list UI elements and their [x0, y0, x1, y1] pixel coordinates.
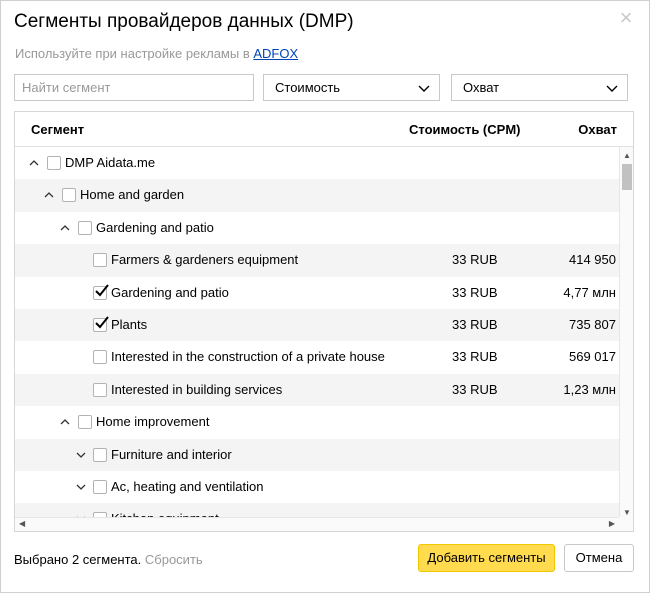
checkmark-icon	[95, 283, 109, 297]
table-row[interactable]: Gardening and patio 33 RUB 4,77 млн	[15, 277, 619, 309]
scroll-down-icon[interactable]: ▼	[623, 508, 631, 517]
table-row[interactable]: Ac, heating and ventilation	[15, 471, 619, 503]
segment-reach: 735 807	[569, 316, 616, 332]
header-reach[interactable]: Охват	[578, 122, 617, 137]
segment-label: Plants	[111, 316, 148, 332]
table-row[interactable]: DMP Aidata.me	[15, 147, 619, 179]
scroll-left-icon[interactable]: ◀	[19, 519, 25, 528]
table-row[interactable]: Plants 33 RUB 735 807	[15, 308, 619, 342]
segment-reach: 569 017	[569, 349, 616, 365]
subtitle-text: Используйте при настройке рекламы в	[15, 46, 250, 61]
segment-reach: 4,77 млн	[563, 284, 616, 300]
table-row[interactable]: Farmers & gardeners equipment 33 RUB 414 9…	[15, 244, 619, 277]
segment-label: Home and garden	[80, 187, 185, 203]
segment-reach: 414 950	[569, 252, 616, 268]
segment-label: Home improvement	[96, 414, 210, 430]
table-row[interactable]: Home and garden	[15, 179, 619, 212]
dialog-subtitle: Используйте при настройке рекламы в ADFO…	[15, 46, 298, 61]
segments-table: Сегмент Стоимость (CPM) Охват DMP Aidata…	[14, 111, 634, 532]
selection-summary: Выбрано 2 сегмента. Сбросить	[14, 552, 203, 567]
header-cost[interactable]: Стоимость (CPM)	[409, 122, 520, 137]
table-header: Сегмент Стоимость (CPM) Охват	[15, 112, 633, 147]
header-segment[interactable]: Сегмент	[31, 122, 84, 137]
selected-count-text: Выбрано 2 сегмента.	[14, 552, 142, 567]
cost-select[interactable]: Стоимость	[263, 74, 440, 101]
segment-checkbox[interactable]	[93, 316, 109, 332]
segment-cost: 33 RUB	[452, 349, 498, 365]
chevron-up-icon[interactable]	[60, 417, 70, 427]
chevron-down-icon	[418, 85, 430, 92]
scroll-right-icon[interactable]: ▶	[609, 519, 615, 528]
scroll-up-icon[interactable]: ▲	[623, 151, 631, 160]
segment-checkbox[interactable]	[93, 479, 107, 494]
segment-cost: 33 RUB	[452, 252, 498, 268]
close-icon[interactable]: ×	[617, 7, 635, 29]
segment-cost: 33 RUB	[452, 316, 498, 332]
segment-checkbox[interactable]	[93, 283, 109, 300]
segment-label: Interested in the construction of a priv…	[111, 349, 385, 365]
segment-checkbox[interactable]	[78, 220, 92, 235]
reach-select-label: Охват	[463, 80, 500, 95]
segment-cost: 33 RUB	[452, 284, 498, 300]
segment-label: Furniture and interior	[111, 446, 232, 462]
adfox-link[interactable]: ADFOX	[253, 46, 298, 61]
table-row[interactable]: Interested in the construction of a priv…	[15, 341, 619, 373]
segments-tree: DMP Aidata.me Home and garden Gardening an…	[15, 147, 619, 519]
segment-label: Interested in building services	[111, 381, 283, 397]
segment-checkbox[interactable]	[93, 350, 107, 365]
segment-checkbox[interactable]	[62, 188, 76, 203]
chevron-up-icon[interactable]	[60, 223, 70, 233]
reset-link[interactable]: Сбросить	[145, 552, 203, 567]
segment-reach: 1,23 млн	[563, 381, 616, 397]
chevron-up-icon[interactable]	[29, 158, 39, 168]
cancel-button[interactable]: Отмена	[564, 544, 634, 572]
table-row[interactable]: Furniture and interior	[15, 438, 619, 471]
scrollbar-corner	[619, 517, 633, 531]
segment-label: Ac, heating and ventilation	[111, 478, 264, 494]
reach-select[interactable]: Охват	[451, 74, 628, 101]
segment-search-input[interactable]	[14, 74, 254, 101]
checkmark-icon	[95, 316, 109, 329]
chevron-down-icon[interactable]	[76, 482, 86, 492]
cost-select-label: Стоимость	[275, 80, 341, 95]
segment-checkbox[interactable]	[47, 156, 61, 170]
segment-label: Gardening and patio	[96, 219, 214, 235]
chevron-up-icon[interactable]	[44, 190, 54, 200]
add-segments-button[interactable]: Добавить сегменты	[418, 544, 555, 572]
segment-checkbox[interactable]	[93, 447, 107, 462]
chevron-down-icon[interactable]	[76, 450, 86, 460]
segment-cost: 33 RUB	[452, 381, 498, 397]
table-row[interactable]: Interested in building services 33 RUB 1,2…	[15, 373, 619, 407]
horizontal-scrollbar[interactable]: ◀ ▶	[15, 517, 619, 531]
segment-label: Farmers & gardeners equipment	[111, 252, 299, 268]
table-row[interactable]: Home improvement	[15, 406, 619, 438]
segment-checkbox[interactable]	[93, 382, 107, 397]
vertical-scrollbar[interactable]: ▲ ▼	[619, 147, 633, 519]
segment-label: DMP Aidata.me	[65, 155, 156, 170]
dmp-segments-dialog: Сегменты провайдеров данных (DMP) × Испо…	[0, 0, 650, 593]
segment-checkbox[interactable]	[78, 415, 92, 430]
segment-label: Gardening and patio	[111, 284, 229, 300]
chevron-down-icon	[606, 85, 618, 92]
dialog-title: Сегменты провайдеров данных (DMP)	[14, 11, 354, 32]
table-row[interactable]: Gardening and patio	[15, 212, 619, 244]
segment-checkbox[interactable]	[93, 253, 107, 268]
scroll-thumb[interactable]	[622, 164, 632, 190]
